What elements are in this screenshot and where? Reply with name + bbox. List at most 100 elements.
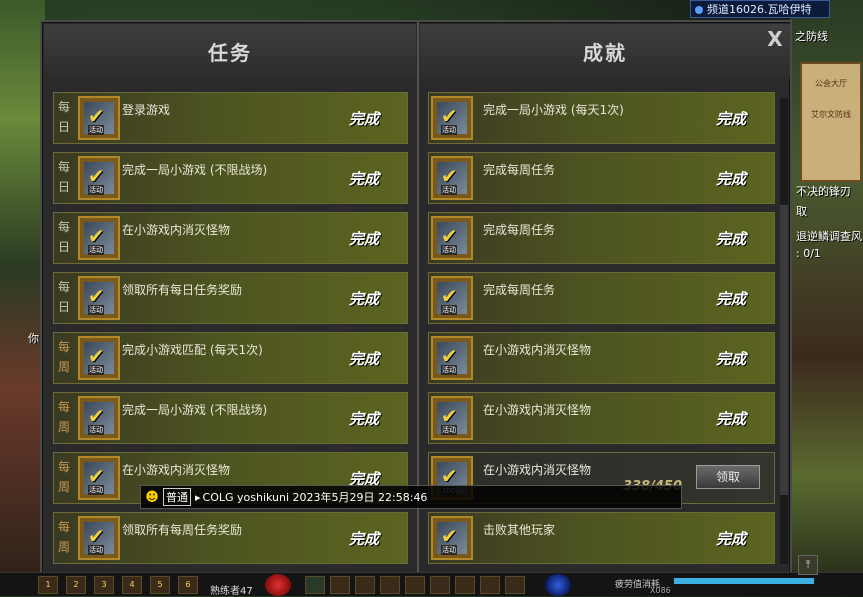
- globe-icon: [695, 6, 703, 14]
- signboard-label-1: 公会大厅: [815, 79, 847, 88]
- achievement-icon: ✔ 活动: [431, 156, 473, 200]
- achievement-row[interactable]: ✔ 活动 完成一局小游戏 (每天1次) 完成: [428, 92, 775, 144]
- arrow-right-icon: ▸: [195, 490, 201, 504]
- achievement-icon: ✔ 活动: [431, 516, 473, 560]
- skill-slot[interactable]: [430, 576, 450, 594]
- icon-tag: 活动: [441, 125, 457, 135]
- achievement-row[interactable]: ✔ 活动 完成每周任务 完成: [428, 152, 775, 204]
- channel-label: 频道16026.瓦哈伊特: [707, 3, 812, 16]
- task-period: 每周: [57, 460, 70, 494]
- task-row[interactable]: 每周 ✔ 活动 完成小游戏匹配 (每天1次) 完成: [53, 332, 408, 384]
- task-icon: ✔ 活动: [78, 456, 120, 500]
- achievement-icon: ✔ 活动: [431, 276, 473, 320]
- icon-tag: 活动: [88, 545, 104, 555]
- achievement-row[interactable]: ✔ 活动 在小游戏内消灭怪物 完成: [428, 392, 775, 444]
- hotbar-slot[interactable]: 5: [150, 576, 170, 594]
- hotbar-slot[interactable]: 4: [122, 576, 142, 594]
- tasks-heading: 任务: [44, 24, 416, 78]
- hotbar-slot[interactable]: 3: [94, 576, 114, 594]
- task-row[interactable]: 每日 ✔ 活动 登录游戏 完成: [53, 92, 408, 144]
- achievement-icon: ✔ 活动: [431, 216, 473, 260]
- skill-slot[interactable]: [405, 576, 425, 594]
- achievement-row[interactable]: ✔ 活动 完成每周任务 完成: [428, 272, 775, 324]
- mp-orb: [545, 574, 571, 596]
- task-icon: ✔ 活动: [78, 336, 120, 380]
- task-row[interactable]: 每日 ✔ 活动 完成一局小游戏 (不限战场) 完成: [53, 152, 408, 204]
- hotbar-slot[interactable]: 1: [38, 576, 58, 594]
- skill-slot[interactable]: [455, 576, 475, 594]
- task-title: 完成小游戏匹配 (每天1次): [122, 343, 263, 357]
- task-period: 每日: [57, 160, 70, 194]
- skill-slot[interactable]: [355, 576, 375, 594]
- task-title: 在小游戏内消灭怪物: [122, 463, 231, 477]
- task-period: 每周: [57, 400, 70, 434]
- quest-tracker-fragment: 取: [796, 205, 807, 218]
- skill-slot[interactable]: [480, 576, 500, 594]
- icon-tag: 活动: [441, 425, 457, 435]
- task-period: 每日: [57, 280, 70, 314]
- channel-indicator[interactable]: 频道16026.瓦哈伊特: [690, 0, 830, 18]
- task-icon: ✔ 活动: [78, 96, 120, 140]
- icon-tag: 活动: [88, 425, 104, 435]
- quest-tracker-fragment: 退逆鳞调查风: [796, 230, 862, 243]
- icon-tag: 活动: [441, 305, 457, 315]
- icon-tag: 活动: [88, 185, 104, 195]
- icon-tag: 活动: [88, 485, 104, 495]
- task-status: 完成: [348, 290, 379, 308]
- task-row[interactable]: 每周 ✔ 活动 领取所有每周任务奖励 完成: [53, 512, 408, 564]
- task-icon: ✔ 活动: [78, 276, 120, 320]
- task-period: 每日: [57, 100, 70, 134]
- achievement-row[interactable]: ✔ 活动 在小游戏内消灭怪物 完成: [428, 332, 775, 384]
- achievement-title: 在小游戏内消灭怪物: [483, 463, 592, 477]
- achievements-heading: 成就: [420, 24, 790, 78]
- achievement-title: 在小游戏内消灭怪物: [483, 343, 592, 357]
- icon-tag: 活动: [88, 125, 104, 135]
- task-icon: ✔ 活动: [78, 216, 120, 260]
- smiley-icon[interactable]: ☻: [141, 490, 163, 505]
- achievement-status: 完成: [715, 350, 746, 368]
- achievement-title: 完成每周任务: [483, 163, 556, 177]
- task-period: 每周: [57, 340, 70, 374]
- close-button[interactable]: X: [764, 28, 786, 50]
- achievement-icon: ✔ 活动: [431, 96, 473, 140]
- chat-message-text: COLG yoshikuni 2023年5月29日 22:58:46: [202, 491, 428, 504]
- achievement-status: 完成: [715, 410, 746, 428]
- icon-tag: 活动: [441, 185, 457, 195]
- menu-toggle-button[interactable]: ⤒: [798, 555, 818, 575]
- background-left-scene: [0, 0, 45, 595]
- quest-tracker-fragment: 不决的锋刃: [796, 185, 851, 198]
- task-row[interactable]: 每日 ✔ 活动 在小游戏内消灭怪物 完成: [53, 212, 408, 264]
- achievement-title: 在小游戏内消灭怪物: [483, 403, 592, 417]
- guild-signboard: 公会大厅 艾尔文防线: [800, 62, 862, 182]
- chat-channel-tag: 普通: [163, 488, 191, 506]
- skill-slot[interactable]: [330, 576, 350, 594]
- fatigue-bar: [674, 578, 814, 584]
- skill-slot[interactable]: [305, 576, 325, 594]
- skill-slot[interactable]: [380, 576, 400, 594]
- achievement-title: 完成每周任务: [483, 223, 556, 237]
- achievement-row[interactable]: ✔ 活动 完成每周任务 完成: [428, 212, 775, 264]
- task-status: 完成: [348, 110, 379, 128]
- scrollbar-thumb[interactable]: [780, 205, 788, 495]
- chat-message-bar: ☻ 普通 ▸ COLG yoshikuni 2023年5月29日 22:58:4…: [140, 485, 682, 509]
- hotbar-slot[interactable]: 2: [66, 576, 86, 594]
- task-status: 完成: [348, 530, 379, 548]
- task-row[interactable]: 每周 ✔ 活动 完成一局小游戏 (不限战场) 完成: [53, 392, 408, 444]
- task-row[interactable]: 每日 ✔ 活动 领取所有每日任务奖励 完成: [53, 272, 408, 324]
- task-icon: ✔ 活动: [78, 156, 120, 200]
- icon-tag: 活动: [441, 245, 457, 255]
- achievement-row[interactable]: ✔ 活动 击败其他玩家 完成: [428, 512, 775, 564]
- task-status: 完成: [348, 350, 379, 368]
- icon-tag: 活动: [441, 365, 457, 375]
- achievement-status: 完成: [715, 290, 746, 308]
- hp-orb: [265, 574, 291, 596]
- task-period: 每日: [57, 220, 70, 254]
- task-title: 完成一局小游戏 (不限战场): [122, 163, 268, 177]
- task-title: 在小游戏内消灭怪物: [122, 223, 231, 237]
- claim-reward-button[interactable]: 领取: [696, 465, 760, 489]
- signboard-label-2: 艾尔文防线: [811, 110, 851, 119]
- quest-tracker-fragment: 之防线: [795, 30, 828, 43]
- hotbar-slot[interactable]: 6: [178, 576, 198, 594]
- skill-slot[interactable]: [505, 576, 525, 594]
- task-title: 领取所有每周任务奖励: [122, 523, 243, 537]
